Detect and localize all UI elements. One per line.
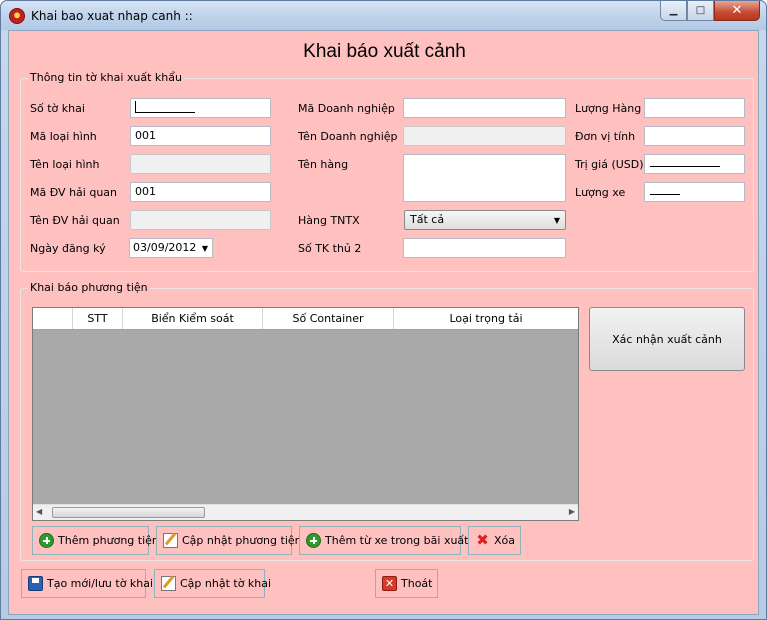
maximize-button[interactable]: □	[687, 1, 714, 21]
ma-doanh-nghiep-label: Mã Doanh nghiệp	[298, 102, 395, 115]
text-cursor	[135, 101, 195, 113]
don-vi-tinh-input[interactable]	[644, 126, 745, 146]
plus-icon	[306, 533, 321, 548]
update-vehicle-label: Cập nhật phương tiện	[182, 534, 302, 547]
close-icon: ✕	[382, 576, 397, 591]
close-button[interactable]: ✕	[714, 1, 760, 21]
ngay-dang-ky-value: 03/09/2012	[133, 241, 197, 254]
hang-tntx-label: Hàng TNTX	[298, 214, 360, 227]
hang-tntx-value: Tất cả	[410, 213, 445, 226]
don-vi-tinh-label: Đơn vị tính	[575, 130, 636, 143]
vehicle-grid[interactable]: STT Biển Kiểm soát Số Container Loại trọ…	[32, 307, 579, 521]
hang-tntx-select[interactable]: Tất cả ▼	[404, 210, 566, 230]
window-title: Khai bao xuat nhap canh ::	[31, 9, 193, 23]
delete-label: Xóa	[494, 534, 516, 547]
scroll-left-icon[interactable]: ◀	[36, 507, 42, 516]
update-vehicle-button[interactable]: Cập nhật phương tiện	[156, 526, 302, 555]
ma-loai-hinh-input[interactable]: 001	[130, 126, 271, 146]
luong-xe-label: Lượng xe	[575, 186, 626, 199]
tri-gia-label: Trị giá (USD)	[575, 158, 644, 171]
update-declaration-button[interactable]: Cập nhật tờ khai	[154, 569, 271, 598]
plus-icon	[39, 533, 54, 548]
add-vehicle-label: Thêm phương tiện	[58, 534, 159, 547]
page-title: Khai báo xuất cảnh	[303, 41, 466, 62]
ten-loai-hinh-input	[130, 154, 271, 174]
window-controls: ▁ □ ✕	[660, 1, 760, 21]
form-body: Khai báo xuất cảnh Thông tin tờ khai xuấ…	[8, 30, 759, 615]
chevron-down-icon[interactable]: ▼	[554, 216, 560, 225]
vehicle-legend: Khai báo phương tiện	[28, 281, 150, 294]
add-vehicle-button[interactable]: Thêm phương tiện	[32, 526, 159, 555]
ten-doanh-nghiep-input	[403, 126, 566, 146]
ten-doanh-nghiep-label: Tên Doanh nghiệp	[298, 130, 398, 143]
ma-loai-hinh-label: Mã loại hình	[30, 130, 97, 143]
chevron-down-icon[interactable]: ▼	[202, 244, 208, 253]
ten-loai-hinh-label: Tên loại hình	[30, 158, 100, 171]
minimize-button[interactable]: ▁	[660, 1, 687, 21]
delete-button[interactable]: ✖ Xóa	[468, 526, 521, 555]
scroll-thumb[interactable]	[52, 507, 205, 518]
title-bar[interactable]: Khai bao xuat nhap canh :: ▁ □ ✕	[1, 1, 766, 30]
save-icon	[28, 576, 43, 591]
luong-xe-input[interactable]	[644, 182, 745, 202]
save-declaration-button[interactable]: Tạo mới/lưu tờ khai	[21, 569, 153, 598]
column-header[interactable]: Số Container	[263, 308, 394, 329]
so-to-khai-label: Số tờ khai	[30, 102, 85, 115]
save-declaration-label: Tạo mới/lưu tờ khai	[47, 577, 154, 590]
edit-icon	[163, 533, 178, 548]
update-declaration-label: Cập nhật tờ khai	[180, 577, 272, 590]
luong-hang-label: Lượng Hàng	[575, 102, 642, 115]
column-header[interactable]: STT	[73, 308, 123, 329]
so-to-khai-input[interactable]	[130, 98, 271, 118]
scroll-right-icon[interactable]: ▶	[569, 507, 575, 516]
so-tk-thu2-label: Số TK thủ 2	[298, 242, 362, 255]
ten-dv-hai-quan-label: Tên ĐV hải quan	[30, 214, 120, 227]
export-info-legend: Thông tin tờ khai xuất khẩu	[28, 71, 184, 84]
column-header[interactable]: Loại trọng tải	[394, 308, 578, 329]
exit-label: Thoát	[401, 577, 433, 590]
ma-doanh-nghiep-input[interactable]	[403, 98, 566, 118]
ngay-dang-ky-picker[interactable]: 03/09/2012 ▼	[129, 238, 213, 258]
ten-hang-textarea[interactable]	[403, 154, 566, 202]
exit-button[interactable]: ✕ Thoát	[375, 569, 438, 598]
ma-dv-hai-quan-input[interactable]: 001	[130, 182, 271, 202]
ma-dv-hai-quan-label: Mã ĐV hải quan	[30, 186, 118, 199]
row-header-column	[33, 308, 73, 329]
add-from-yard-label: Thêm từ xe trong bãi xuất	[325, 534, 469, 547]
confirm-export-button[interactable]: Xác nhận xuất cảnh	[589, 307, 745, 371]
ten-hang-label: Tên hàng	[298, 158, 349, 171]
luong-hang-input[interactable]	[644, 98, 745, 118]
app-icon	[9, 8, 25, 24]
delete-icon: ✖	[476, 531, 489, 549]
empty-mask-line	[650, 194, 680, 195]
column-header[interactable]: Biển Kiểm soát	[123, 308, 263, 329]
ngay-dang-ky-label: Ngày đăng ký	[30, 242, 106, 255]
add-from-yard-button[interactable]: Thêm từ xe trong bãi xuất	[299, 526, 468, 555]
main-window: Khai bao xuat nhap canh :: ▁ □ ✕ Khai bá…	[0, 0, 767, 620]
horizontal-scrollbar[interactable]: ◀ ▶	[33, 504, 578, 520]
edit-icon	[161, 576, 176, 591]
empty-mask-line	[650, 166, 720, 167]
tri-gia-input[interactable]	[644, 154, 745, 174]
ten-dv-hai-quan-input	[130, 210, 271, 230]
grid-header: STT Biển Kiểm soát Số Container Loại trọ…	[33, 308, 578, 330]
so-tk-thu2-input[interactable]	[403, 238, 566, 258]
